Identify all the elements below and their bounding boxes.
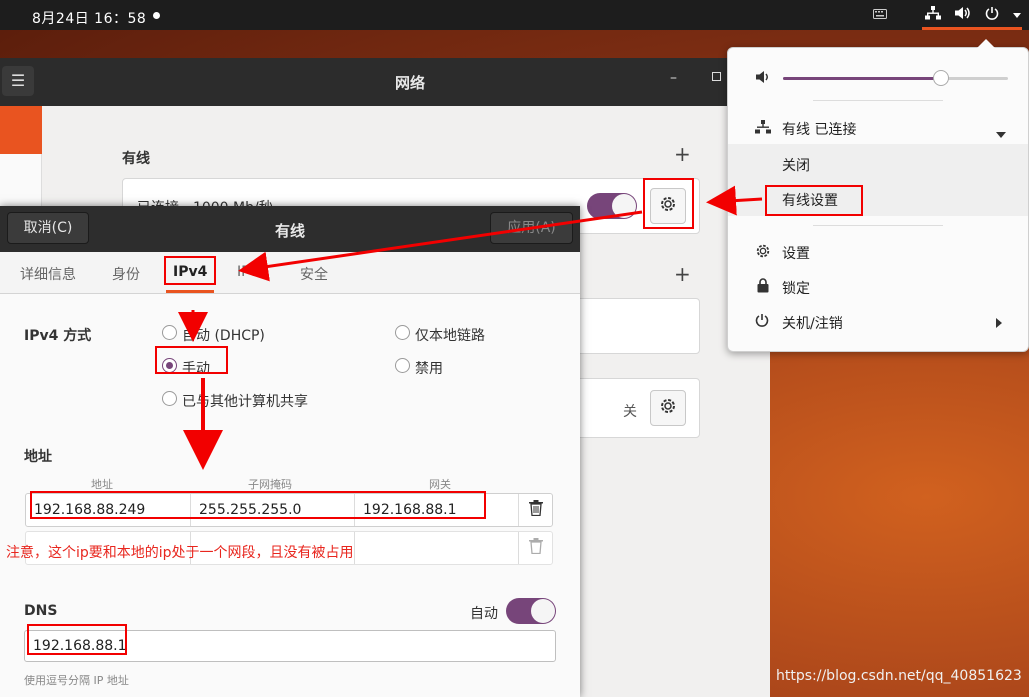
address-field[interactable]: 192.168.88.249 xyxy=(26,494,191,526)
radio-shared[interactable] xyxy=(162,391,177,406)
radio-link-local[interactable] xyxy=(395,325,410,340)
wired-settings-item[interactable]: 有线设置 xyxy=(782,190,838,210)
address-row: 192.168.88.249 255.255.255.0 192.168.88.… xyxy=(25,493,553,527)
network-wired-icon[interactable] xyxy=(925,6,941,24)
chevron-down-icon[interactable] xyxy=(996,126,1006,142)
power-icon xyxy=(755,313,769,331)
watermark: https://blog.csdn.net/qq_40851623 xyxy=(776,668,1022,684)
ipv4-method-label: IPv4 方式 xyxy=(24,328,92,344)
cancel-button[interactable]: 取消(C) xyxy=(7,212,89,244)
wired-status-item[interactable]: 有线 已连接 xyxy=(782,119,856,139)
netmask-column-header: 子网掩码 xyxy=(248,478,292,491)
menu-caret xyxy=(977,39,995,48)
radio-shared-label[interactable]: 已与其他计算机共享 xyxy=(182,391,308,411)
menu-separator xyxy=(813,100,943,101)
ipv4-panel: IPv4 方式 自动 (DHCP) 仅本地链路 手动 禁用 已与其他计算机共享 … xyxy=(0,294,580,697)
dialog-title: 有线 xyxy=(275,222,306,240)
wired-section-heading: 有线 xyxy=(122,151,150,167)
wired-submenu xyxy=(728,144,1028,216)
tab-identity[interactable]: 身份 xyxy=(112,264,140,284)
tab-security[interactable]: 安全 xyxy=(300,264,328,284)
dns-hint: 使用逗号分隔 IP 地址 xyxy=(24,674,129,687)
system-tray[interactable] xyxy=(873,0,1021,30)
keyboard-icon[interactable] xyxy=(873,7,887,23)
lock-icon xyxy=(757,278,769,297)
lock-item[interactable]: 锁定 xyxy=(782,278,810,298)
tab-details[interactable]: 详细信息 xyxy=(20,264,76,284)
gear-icon xyxy=(755,243,771,263)
settings-headerbar: ☰ 网络 – xyxy=(0,58,770,106)
volume-slider-fill xyxy=(783,77,941,80)
clock-date[interactable]: 8月24日 16：58 xyxy=(32,8,146,28)
chevron-right-icon[interactable] xyxy=(996,316,1002,332)
sidebar-item-network[interactable] xyxy=(0,106,42,154)
address-section-heading: 地址 xyxy=(24,449,52,465)
wired-settings-button[interactable] xyxy=(650,188,686,224)
address-column-header: 地址 xyxy=(91,478,113,491)
add-vpn-button[interactable]: + xyxy=(674,262,691,286)
netmask-field[interactable]: 255.255.255.0 xyxy=(191,494,355,526)
wired-off-item[interactable]: 关闭 xyxy=(782,155,810,175)
gear-icon xyxy=(659,195,677,217)
delete-empty-row-button[interactable] xyxy=(519,532,553,564)
chevron-down-icon[interactable] xyxy=(1013,7,1021,23)
wired-dialog: 取消(C) 有线 应用(A) 详细信息 身份 IPv4 IPv6 安全 IPv4… xyxy=(0,206,580,697)
dns-auto-toggle[interactable] xyxy=(506,598,556,624)
hamburger-menu-button[interactable]: ☰ xyxy=(2,66,34,96)
volume-icon xyxy=(756,70,772,88)
settings-title: 网络 xyxy=(395,74,426,92)
radio-link-local-label[interactable]: 仅本地链路 xyxy=(415,325,485,345)
radio-disable-label[interactable]: 禁用 xyxy=(415,358,443,378)
settings-item[interactable]: 设置 xyxy=(782,243,810,263)
trash-icon xyxy=(529,538,543,558)
dns-auto-label: 自动 xyxy=(470,606,498,622)
network-wired-icon xyxy=(755,120,771,138)
new-gateway-field[interactable] xyxy=(355,532,519,564)
apply-button[interactable]: 应用(A) xyxy=(490,212,573,244)
active-tab-indicator xyxy=(166,290,214,293)
volume-slider-handle[interactable] xyxy=(932,70,949,86)
power-icon[interactable] xyxy=(985,6,999,24)
annotation-note: 注意，这个ip要和本地的ip处于一个网段，且没有被占用 xyxy=(6,545,354,561)
radio-auto-dhcp-label[interactable]: 自动 (DHCP) xyxy=(182,325,265,345)
proxy-settings-button[interactable] xyxy=(650,390,686,426)
tab-ipv6[interactable]: IPv6 xyxy=(237,264,267,280)
add-wired-button[interactable]: + xyxy=(674,142,691,166)
volume-slider[interactable] xyxy=(783,70,1008,86)
gateway-column-header: 网关 xyxy=(429,478,451,491)
radio-disable[interactable] xyxy=(395,358,410,373)
system-menu: 有线 已连接 关闭 有线设置 设置 锁定 关机/注销 xyxy=(727,39,1029,352)
gateway-field[interactable]: 192.168.88.1 xyxy=(355,494,519,526)
menu-separator xyxy=(813,225,943,226)
tab-ipv4[interactable]: IPv4 xyxy=(173,264,207,280)
maximize-icon[interactable] xyxy=(712,72,721,81)
dialog-headerbar: 取消(C) 有线 应用(A) xyxy=(0,206,580,252)
volume-icon[interactable] xyxy=(955,6,971,24)
trash-icon xyxy=(529,500,543,520)
wired-toggle[interactable] xyxy=(587,193,637,219)
delete-address-button[interactable] xyxy=(519,494,553,526)
gear-icon xyxy=(659,397,677,419)
minimize-icon[interactable]: – xyxy=(670,70,677,86)
dns-heading: DNS xyxy=(24,603,58,619)
radio-manual[interactable] xyxy=(162,358,177,373)
dns-input[interactable]: 192.168.88.1 xyxy=(24,630,556,662)
radio-manual-label[interactable]: 手动 xyxy=(182,358,210,378)
proxy-status: 关 xyxy=(623,404,637,420)
power-off-item[interactable]: 关机/注销 xyxy=(782,313,843,333)
notification-dot xyxy=(153,12,160,19)
radio-auto-dhcp[interactable] xyxy=(162,325,177,340)
top-bar: 8月24日 16：58 xyxy=(0,0,1029,30)
dialog-tabs: 详细信息 身份 IPv4 IPv6 安全 xyxy=(0,252,580,294)
